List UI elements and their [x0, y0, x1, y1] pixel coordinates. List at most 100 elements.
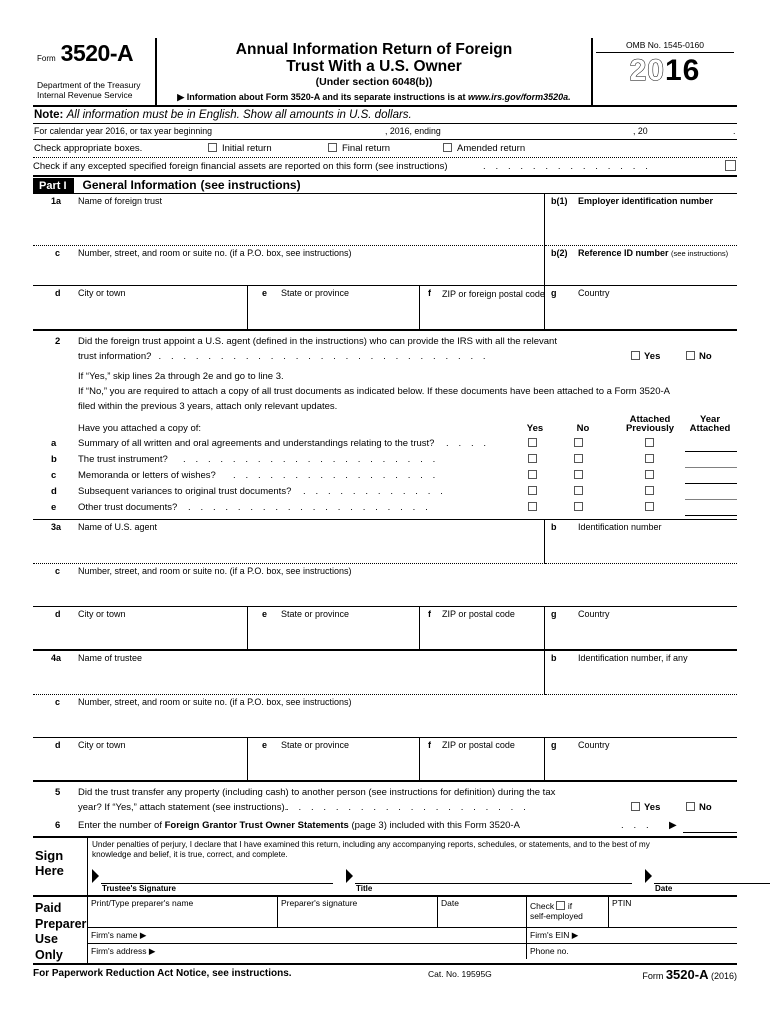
- trust-state-field[interactable]: e State or province: [248, 286, 420, 331]
- firm-address-field[interactable]: Firm's address ▶: [88, 944, 527, 959]
- question-5-no-option[interactable]: No: [686, 802, 712, 813]
- trustee-name-field[interactable]: 4a Name of trustee: [33, 651, 545, 695]
- attachment-row-e-no-checkbox[interactable]: [574, 502, 583, 511]
- trustee-signature-field[interactable]: Trustee's Signature: [92, 869, 337, 893]
- initial-return-checkbox[interactable]: [208, 143, 217, 152]
- attachment-row-d-previously-checkbox[interactable]: [645, 486, 654, 495]
- initial-return-option[interactable]: Initial return: [208, 143, 272, 154]
- trustee-id-field[interactable]: b Identification number, if any: [545, 651, 737, 695]
- attachment-row-a-previously-checkbox[interactable]: [645, 438, 654, 447]
- question-5-yes-checkbox[interactable]: [631, 802, 640, 811]
- final-return-option[interactable]: Final return: [328, 143, 390, 154]
- footer-form-number: 3520-A: [665, 967, 709, 982]
- ptin-field[interactable]: PTIN: [609, 897, 737, 927]
- preparer-name-field[interactable]: Print/Type preparer's name: [88, 897, 278, 927]
- paid-preparer-line-1: Paid: [35, 901, 62, 915]
- year-attached-line-3[interactable]: [685, 483, 737, 484]
- attachment-row-a-yes-checkbox[interactable]: [528, 438, 537, 447]
- trust-reference-id-field[interactable]: b(2) Reference ID number (see instructio…: [545, 246, 737, 286]
- trustee-street-field[interactable]: c Number, street, and room or suite no. …: [33, 695, 737, 738]
- question-2-no-checkbox[interactable]: [686, 351, 695, 360]
- attachment-row-b-no-checkbox[interactable]: [574, 454, 583, 463]
- attachment-row-d-no-checkbox[interactable]: [574, 486, 583, 495]
- note-text: All information must be in English. Show…: [66, 109, 412, 121]
- trustee-name-row: 4a Name of trustee b Identification numb…: [33, 651, 737, 695]
- question-5-no-checkbox[interactable]: [686, 802, 695, 811]
- trustee-country-field[interactable]: g Country: [545, 738, 737, 782]
- self-employed-line-2: self-employed: [530, 911, 583, 921]
- trust-zip-field[interactable]: f ZIP or foreign postal code: [420, 286, 545, 331]
- column-header-no: No: [576, 423, 590, 434]
- attachment-row-c-yes-checkbox[interactable]: [528, 470, 537, 479]
- attachment-row-e-previously-checkbox[interactable]: [645, 502, 654, 511]
- part-1-note: (see instructions): [200, 178, 301, 192]
- agent-id-field[interactable]: b Identification number: [545, 520, 737, 564]
- line-4d-number: d: [55, 740, 61, 750]
- trustee-city-label: City or town: [78, 740, 126, 750]
- attachment-row-b-yes-checkbox[interactable]: [528, 454, 537, 463]
- trust-country-label: Country: [578, 288, 610, 298]
- attachment-row-b-previously-checkbox[interactable]: [645, 454, 654, 463]
- attachment-row-b-leaders: . . . . . . . . . . . . . . . . . . . . …: [183, 454, 439, 465]
- title-field[interactable]: Title: [346, 869, 636, 893]
- agent-zip-field[interactable]: f ZIP or postal code: [420, 607, 545, 651]
- firm-name-field[interactable]: Firm's name ▶: [88, 928, 527, 943]
- year-attached-line-4[interactable]: [685, 499, 737, 500]
- preparer-row-1: Print/Type preparer's name Preparer's si…: [88, 897, 737, 928]
- form-3520a: Form 3520-A Department of the Treasury I…: [33, 38, 770, 983]
- excepted-assets-row: Check if any excepted specified foreign …: [33, 158, 737, 177]
- trustee-zip-field[interactable]: f ZIP or postal code: [420, 738, 545, 782]
- title-line[interactable]: [355, 883, 632, 884]
- final-return-checkbox[interactable]: [328, 143, 337, 152]
- question-2-yes-option[interactable]: Yes: [631, 351, 660, 362]
- attachment-row-a-text: Summary of all written and oral agreemen…: [78, 438, 435, 449]
- preparer-signature-field[interactable]: Preparer's signature: [278, 897, 438, 927]
- line-4c-number: c: [55, 697, 61, 707]
- date-field[interactable]: Date: [645, 869, 770, 893]
- line-4f-number: f: [428, 740, 431, 750]
- question-2-no-option[interactable]: No: [686, 351, 712, 362]
- excepted-assets-checkbox[interactable]: [725, 160, 736, 171]
- question-6-input[interactable]: [683, 832, 737, 833]
- year-attached-line-2[interactable]: [685, 467, 737, 468]
- self-employed-field[interactable]: Check if self-employed: [527, 897, 609, 927]
- year-attached-line-1[interactable]: [685, 451, 737, 452]
- trust-country-field[interactable]: g Country: [545, 286, 737, 331]
- attachment-row-d-letter: d: [51, 486, 57, 497]
- irs-url[interactable]: www.irs.gov/form3520a.: [468, 92, 571, 102]
- firm-ein-field[interactable]: Firm's EIN ▶: [527, 928, 737, 943]
- attachment-row-c-no-checkbox[interactable]: [574, 470, 583, 479]
- check-boxes-label: Check appropriate boxes.: [34, 143, 143, 154]
- form-page: Form 3520-A Department of the Treasury I…: [0, 0, 770, 1024]
- trust-city-field[interactable]: d City or town: [33, 286, 248, 331]
- agent-country-field[interactable]: g Country: [545, 607, 737, 651]
- attachment-row-e-yes-checkbox[interactable]: [528, 502, 537, 511]
- trust-name-field[interactable]: 1a Name of foreign trust: [33, 194, 545, 246]
- date-arrow-icon: [645, 869, 652, 883]
- trustee-state-field[interactable]: e State or province: [248, 738, 420, 782]
- trustee-city-field[interactable]: d City or town: [33, 738, 248, 782]
- agent-name-field[interactable]: 3a Name of U.S. agent: [33, 520, 545, 564]
- agent-street-field[interactable]: c Number, street, and room or suite no. …: [33, 564, 737, 607]
- agent-address-row: d City or town e State or province f ZIP…: [33, 607, 737, 651]
- question-5-yes-option[interactable]: Yes: [631, 802, 660, 813]
- trustee-name-label: Name of trustee: [78, 653, 143, 663]
- question-2-text-3: If “Yes,” skip lines 2a through 2e and g…: [78, 371, 284, 382]
- year-attached-line-5[interactable]: [685, 515, 737, 516]
- attachment-row-c-previously-checkbox[interactable]: [645, 470, 654, 479]
- trust-street-field[interactable]: c Number, street, and room or suite no. …: [33, 246, 545, 286]
- preparer-date-field[interactable]: Date: [438, 897, 527, 927]
- attachment-row-d-yes-checkbox[interactable]: [528, 486, 537, 495]
- agent-city-field[interactable]: d City or town: [33, 607, 248, 651]
- phone-field[interactable]: Phone no.: [527, 944, 737, 959]
- agent-id-label: Identification number: [578, 522, 662, 532]
- amended-return-option[interactable]: Amended return: [443, 143, 525, 154]
- attachment-row-a-no-checkbox[interactable]: [574, 438, 583, 447]
- amended-return-checkbox[interactable]: [443, 143, 452, 152]
- trust-ein-field[interactable]: b(1) Employer identification number: [545, 194, 737, 246]
- agent-state-field[interactable]: e State or province: [248, 607, 420, 651]
- self-employed-checkbox[interactable]: [556, 901, 566, 910]
- question-2-yes-checkbox[interactable]: [631, 351, 640, 360]
- attachment-row-c: c Memoranda or letters of wishes? . . . …: [33, 469, 737, 485]
- attachment-row-c-letter: c: [51, 470, 57, 481]
